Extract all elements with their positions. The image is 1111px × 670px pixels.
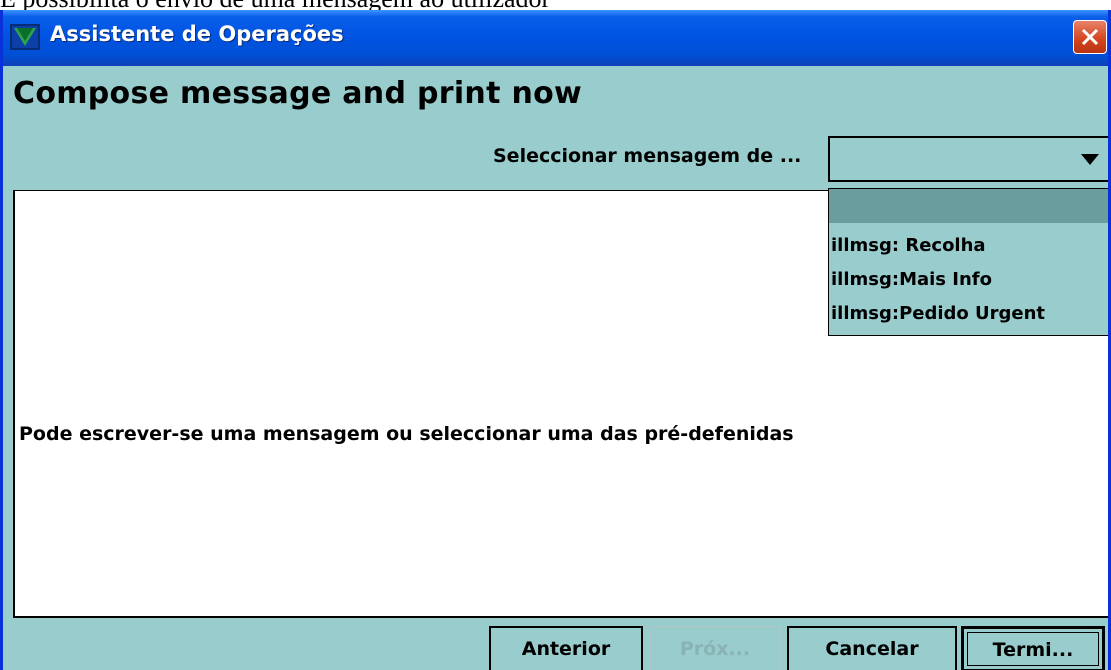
previous-button[interactable]: Anterior [489,626,643,670]
close-button[interactable] [1073,20,1107,54]
title-bar[interactable]: Assistente de Operações [3,10,1108,66]
dropdown-option-mais-info[interactable]: illmsg:Mais Info [829,263,1108,297]
cancel-button[interactable]: Cancelar [787,626,957,670]
app-icon [10,24,40,50]
page-heading: Compose message and print now [13,76,583,111]
finish-button[interactable]: Termi... [961,626,1105,670]
editor-hint-text: Pode escrever-se uma mensagem ou selecci… [19,423,794,445]
dropdown-option-pedido-urgent[interactable]: illmsg:Pedido Urgent [829,297,1108,331]
window-title: Assistente de Operações [50,22,344,46]
message-select-label: Seleccionar mensagem de ... [493,145,802,167]
close-icon [1081,28,1099,46]
dropdown-option-empty[interactable] [829,189,1108,223]
dropdown-option-recolha[interactable]: illmsg: Recolha [829,229,1108,263]
next-button[interactable]: Próx... [649,626,781,670]
chevron-down-icon [1081,154,1099,165]
wizard-window: Assistente de Operações Compose message … [0,10,1111,670]
message-select[interactable] [828,136,1108,182]
message-select-dropdown[interactable]: illmsg: Recolha illmsg:Mais Info illmsg:… [828,188,1108,336]
